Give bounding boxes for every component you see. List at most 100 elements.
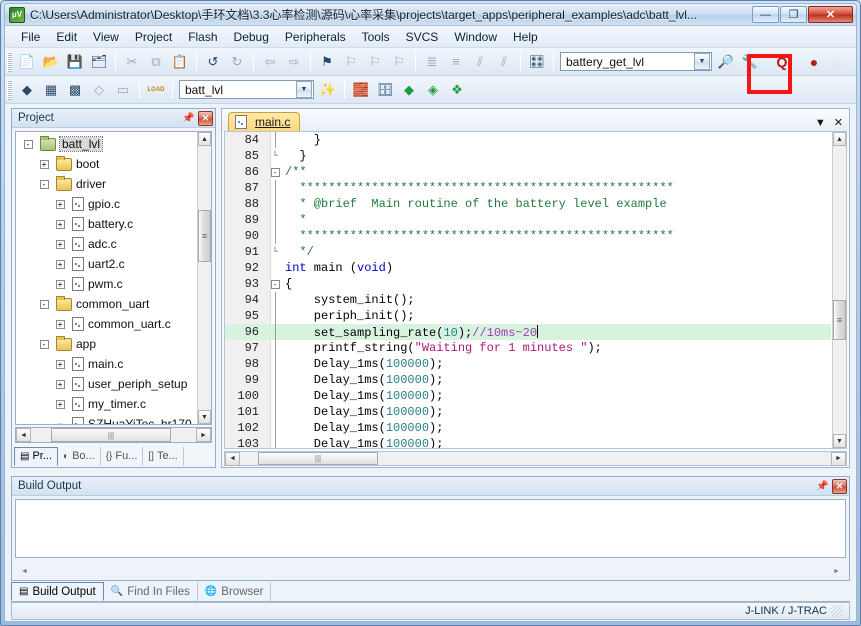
- tree-expander[interactable]: +: [52, 219, 68, 229]
- tree-expander[interactable]: -: [20, 139, 36, 149]
- tree-item-user-periph-setup[interactable]: + user_periph_setup: [16, 374, 197, 394]
- project-tab-te[interactable]: [] Te...: [143, 446, 184, 466]
- menu-item-view[interactable]: View: [85, 27, 127, 47]
- tree-item-szhuayitec-hr170[interactable]: ┄ SZHuaYiTec_hr170: [16, 414, 197, 424]
- menu-item-debug[interactable]: Debug: [226, 27, 277, 47]
- insert-breakpoint-icon[interactable]: ●: [803, 51, 825, 73]
- close-icon[interactable]: ✕: [198, 110, 213, 126]
- collapse-icon[interactable]: -: [39, 179, 49, 189]
- scrollbar-thumb[interactable]: |||: [51, 428, 171, 442]
- pack-installer-icon[interactable]: ◆: [398, 79, 420, 101]
- collapse-icon[interactable]: -: [270, 279, 280, 289]
- menu-item-project[interactable]: Project: [127, 27, 180, 47]
- tree-item-app[interactable]: - app: [16, 334, 197, 354]
- tree-item-pwm-c[interactable]: + pwm.c: [16, 274, 197, 294]
- fold-marker[interactable]: -: [265, 167, 285, 177]
- scrollbar-thumb[interactable]: |||: [258, 452, 378, 465]
- manage-project-items-icon[interactable]: 🧱: [350, 79, 372, 101]
- collapse-icon[interactable]: -: [23, 139, 33, 149]
- code-hscrollbar[interactable]: ◄ ||| ►: [224, 451, 847, 466]
- save-icon[interactable]: 💾: [64, 51, 86, 73]
- project-tree-vscrollbar[interactable]: ▲ ▼: [197, 132, 211, 424]
- download-to-flash-icon[interactable]: LOAD: [145, 79, 167, 101]
- tree-item-boot[interactable]: + boot: [16, 154, 197, 174]
- manage-run-time-env-icon[interactable]: ◈: [422, 79, 444, 101]
- tree-item-uart2-c[interactable]: + uart2.c: [16, 254, 197, 274]
- tree-expander[interactable]: +: [52, 379, 68, 389]
- tree-item-common-uart[interactable]: - common_uart: [16, 294, 197, 314]
- scroll-up-button[interactable]: ▲: [833, 132, 846, 146]
- code-line-89[interactable]: 89 *: [225, 212, 831, 228]
- translate-file-icon[interactable]: ◆: [16, 79, 38, 101]
- scroll-right-button[interactable]: ►: [829, 565, 844, 579]
- scroll-up-button[interactable]: ▲: [198, 132, 211, 146]
- close-icon[interactable]: ✕: [834, 116, 843, 129]
- kill-all-breakpoints-icon[interactable]: ◍: [851, 51, 857, 73]
- code-line-92[interactable]: 92 int main (void): [225, 260, 831, 276]
- toolbar-grip[interactable]: [7, 51, 12, 72]
- expand-icon[interactable]: +: [39, 159, 49, 169]
- code-line-84[interactable]: 84 }: [225, 132, 831, 148]
- code-line-96[interactable]: 96 set_sampling_rate(10);//10ms~20: [225, 324, 831, 340]
- manage-multi-project-icon[interactable]: 🗄: [374, 79, 396, 101]
- pin-icon[interactable]: 📌: [815, 479, 830, 494]
- disable-breakpoint-icon[interactable]: ○: [827, 51, 849, 73]
- chevron-down-icon[interactable]: ▼: [694, 53, 710, 70]
- code-editor[interactable]: 84 } 85 └ } 86-/** 87 **********************…: [224, 131, 847, 449]
- tree-expander[interactable]: +: [52, 239, 68, 249]
- select-software-packs-icon[interactable]: ❖: [446, 79, 468, 101]
- func-combo-value[interactable]: battery_get_lvl: [561, 55, 694, 69]
- expand-icon[interactable]: +: [55, 319, 65, 329]
- tree-expander[interactable]: +: [52, 359, 68, 369]
- scrollbar-thumb[interactable]: [198, 210, 211, 262]
- target-combo-value[interactable]: batt_lvl: [180, 83, 296, 97]
- tree-item-my-timer-c[interactable]: + my_timer.c: [16, 394, 197, 414]
- expand-icon[interactable]: +: [55, 219, 65, 229]
- code-line-87[interactable]: 87 *************************************…: [225, 180, 831, 196]
- menu-item-help[interactable]: Help: [505, 27, 546, 47]
- code-line-95[interactable]: 95 periph_init();: [225, 308, 831, 324]
- bookmark-toggle-icon[interactable]: ⚑: [316, 51, 338, 73]
- tree-expander[interactable]: +: [52, 199, 68, 209]
- tree-item-main-c[interactable]: + main.c: [16, 354, 197, 374]
- code-line-88[interactable]: 88 * @brief Main routine of the battery …: [225, 196, 831, 212]
- tree-expander[interactable]: +: [36, 159, 52, 169]
- collapse-icon[interactable]: -: [39, 299, 49, 309]
- tree-expander[interactable]: +: [52, 319, 68, 329]
- minimize-button[interactable]: —: [752, 6, 779, 23]
- scroll-right-button[interactable]: ►: [831, 451, 846, 466]
- collapse-icon[interactable]: -: [39, 339, 49, 349]
- code-line-94[interactable]: 94 system_init();: [225, 292, 831, 308]
- tree-expander[interactable]: +: [52, 279, 68, 289]
- code-line-90[interactable]: 90 *************************************…: [225, 228, 831, 244]
- resize-grip[interactable]: [831, 605, 843, 617]
- target-options-magic-wand-icon[interactable]: ✨: [317, 79, 339, 101]
- fold-marker[interactable]: -: [265, 279, 285, 289]
- menu-item-peripherals[interactable]: Peripherals: [277, 27, 354, 47]
- tree-expander[interactable]: +: [52, 399, 68, 409]
- tree-expander[interactable]: -: [36, 339, 52, 349]
- tree-item-battery-c[interactable]: + battery.c: [16, 214, 197, 234]
- scroll-right-button[interactable]: ►: [196, 428, 211, 442]
- new-file-icon[interactable]: 📄: [16, 51, 38, 73]
- build-output-hscrollbar[interactable]: ◄ ►: [15, 564, 846, 579]
- rebuild-all-icon[interactable]: ▩: [64, 79, 86, 101]
- scroll-down-button[interactable]: ▼: [198, 410, 211, 424]
- expand-icon[interactable]: +: [55, 279, 65, 289]
- bottom-tab-find-in-files[interactable]: 🔍 Find In Files: [104, 582, 198, 601]
- expand-icon[interactable]: +: [55, 399, 65, 409]
- tree-item-common-uart-c[interactable]: + common_uart.c: [16, 314, 197, 334]
- code-line-93[interactable]: 93 -{: [225, 276, 831, 292]
- project-tab-bo[interactable]: ◐ Bo...: [58, 446, 101, 466]
- chevron-down-icon[interactable]: ▼: [296, 81, 312, 98]
- menu-item-flash[interactable]: Flash: [180, 27, 225, 47]
- scroll-down-button[interactable]: ▼: [833, 434, 846, 448]
- expand-icon[interactable]: +: [55, 379, 65, 389]
- toolbar-grip[interactable]: [7, 79, 12, 100]
- menu-item-svcs[interactable]: SVCS: [398, 27, 447, 47]
- tree-expander[interactable]: +: [52, 259, 68, 269]
- build-target-icon[interactable]: ▦: [40, 79, 62, 101]
- code-line-103[interactable]: 103 Delay_1ms(100000);: [225, 436, 831, 448]
- paste-icon[interactable]: 📋: [169, 51, 191, 73]
- collapse-icon[interactable]: -: [270, 167, 280, 177]
